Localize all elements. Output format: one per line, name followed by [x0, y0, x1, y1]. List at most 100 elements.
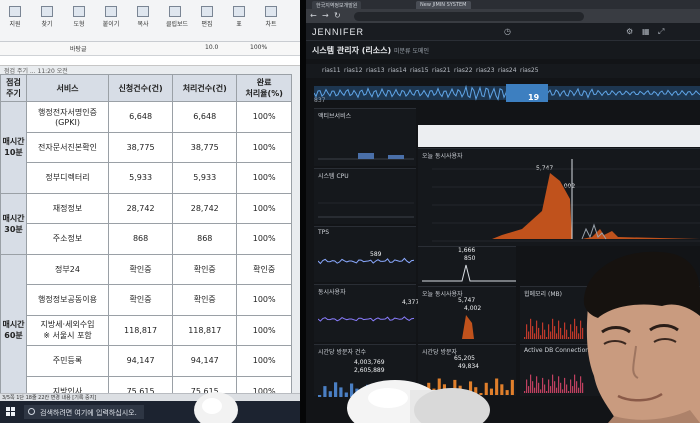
ribbon-button[interactable]: 지원	[6, 6, 24, 32]
instance-tab[interactable]: rias22	[454, 67, 473, 74]
ribbon-icon	[41, 6, 53, 17]
active-service-chart	[318, 153, 414, 160]
small-peak-1: 5,747	[458, 297, 476, 304]
back-icon[interactable]: ←	[310, 11, 317, 20]
bar	[544, 329, 546, 339]
bar	[542, 377, 544, 393]
table-row: 정부디렉터리 5,933 5,933 100%	[1, 162, 292, 194]
service-cell: 정부24	[26, 253, 109, 285]
expand-icon[interactable]: ⤢	[658, 27, 664, 37]
ribbon-button[interactable]: 차트	[262, 6, 280, 32]
ribbon-icon	[9, 6, 21, 17]
value-cell: 5,933	[172, 162, 238, 194]
bar	[495, 378, 499, 395]
app-logo: JENNIFER	[312, 27, 365, 37]
instance-tab[interactable]: rias15	[410, 67, 429, 74]
bar	[540, 335, 542, 339]
ribbon-button[interactable]: 도형	[70, 6, 88, 32]
bar	[552, 318, 554, 339]
instance-tab[interactable]: rias14	[388, 67, 407, 74]
bar	[562, 389, 564, 393]
bar	[556, 387, 558, 393]
bar	[532, 326, 534, 339]
today-users-panel: 오늘 동시사용자 5,747 4,002	[418, 148, 700, 246]
ribbon-button[interactable]: 클립보드	[166, 6, 189, 32]
value-cell: 확인중	[172, 253, 238, 285]
value-cell: 100%	[236, 345, 292, 377]
zoom-level[interactable]: 100%	[250, 44, 267, 51]
bar	[328, 391, 332, 397]
ribbon-icon	[137, 6, 149, 17]
taskbar: 검색하려면 여기에 입력하십시오.	[0, 401, 300, 423]
microphone-cover-left	[194, 392, 238, 423]
value-cell: 118,817	[172, 314, 238, 346]
ribbon-icon	[169, 6, 181, 17]
instance-tab[interactable]: rias25	[520, 67, 539, 74]
tps-chart	[318, 257, 414, 265]
bar	[534, 387, 536, 393]
domain-filter[interactable]: 미분류 도메인	[394, 46, 429, 55]
period-cell: 매시간 60분	[0, 253, 27, 407]
taskbar-search[interactable]: 검색하려면 여기에 입력하십시오.	[24, 405, 144, 419]
forward-icon[interactable]: →	[322, 11, 329, 20]
bar	[536, 320, 538, 339]
hourly-visitors-value-1: 65,205	[454, 355, 475, 362]
font-size[interactable]: 10.0	[205, 44, 218, 51]
layout-icon[interactable]: ▦	[642, 27, 650, 36]
active-service-panel: 액티브서비스	[314, 108, 416, 166]
area-series	[422, 315, 516, 339]
service-cell: 재정정보	[26, 192, 109, 224]
service-table: 점검 주기 서비스 신청건수(건) 처리건수(건) 완료 처리율(%) 매시간 10분 행…	[0, 74, 292, 407]
bar	[536, 376, 538, 393]
table-header-cell: 서비스	[26, 74, 109, 102]
tps-panel: TPS 589	[314, 226, 416, 282]
today-users-mid-panel: 1,666 850	[418, 246, 516, 284]
concurrent-users-panel: 동시사용자 4,377	[314, 284, 419, 342]
ribbon-button[interactable]: 찾기	[38, 6, 56, 32]
ribbon-label: 클립보드	[166, 21, 189, 28]
table-header-cell: 점검 주기	[0, 74, 27, 102]
bar	[526, 324, 528, 339]
instance-tab[interactable]: rias21	[432, 67, 451, 74]
value-cell: 100%	[236, 162, 292, 194]
font-select[interactable]: 바탕글	[70, 44, 87, 53]
instance-tab[interactable]: rias24	[498, 67, 517, 74]
ribbon-button[interactable]: 붙이기	[102, 6, 120, 32]
period-cell: 매시간 10분	[0, 101, 27, 194]
service-cell: 정부디렉터리	[26, 162, 109, 194]
value-cell: 38,775	[172, 131, 238, 163]
value-cell: 확인중	[107, 284, 174, 316]
start-button[interactable]	[6, 407, 16, 417]
today-users-chart	[432, 159, 700, 242]
clock-icon[interactable]: ◷	[504, 27, 511, 36]
browser-tab[interactable]: 한국지역정보개발원	[312, 1, 362, 9]
mid-value: 1,666	[458, 247, 476, 254]
browser-tab-active[interactable]: New JIMIN SYSTEM	[416, 1, 471, 9]
service-cell: 주소정보	[26, 223, 109, 255]
instance-tab[interactable]: rias13	[366, 67, 385, 74]
ribbon-label: 차트	[265, 21, 277, 28]
refresh-icon[interactable]: ↻	[334, 11, 341, 20]
value-cell: 확인중	[236, 253, 292, 285]
address-field[interactable]	[354, 12, 584, 21]
ribbon-button[interactable]: 표	[230, 6, 248, 32]
bar	[528, 331, 530, 339]
bar	[318, 395, 322, 397]
bar	[556, 333, 558, 339]
instance-tab[interactable]: rias12	[344, 67, 363, 74]
bar	[570, 379, 572, 393]
small-chart	[422, 315, 516, 339]
gear-icon[interactable]: ⚙	[626, 27, 633, 36]
ribbon-button[interactable]: 편집	[198, 6, 216, 32]
bar	[560, 382, 562, 393]
person	[583, 251, 700, 423]
bar	[570, 324, 572, 339]
instance-tab[interactable]: rias11	[322, 67, 341, 74]
table-row: 주민등록 94,147 94,147 100%	[1, 345, 292, 377]
bar	[524, 337, 526, 339]
instance-tab[interactable]: rias23	[476, 67, 495, 74]
taskbar-search-placeholder: 검색하려면 여기에 입력하십시오.	[40, 409, 137, 417]
bar	[538, 382, 540, 393]
ribbon-button[interactable]: 복사	[134, 6, 152, 32]
bar	[572, 331, 574, 339]
